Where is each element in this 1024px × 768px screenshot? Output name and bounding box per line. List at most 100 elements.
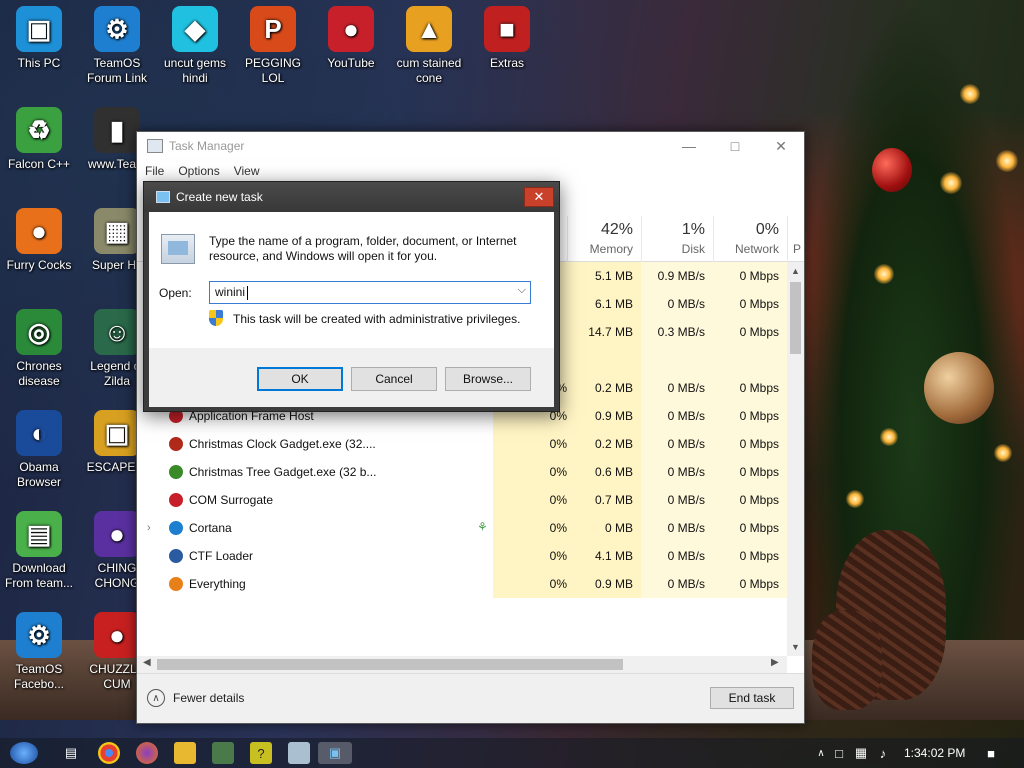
minimize-icon[interactable]: —: [666, 132, 712, 160]
desktop-icon-label: cum stained cone: [396, 56, 462, 85]
disk-cell: 0 MB/s: [667, 493, 705, 507]
run-program-icon: [161, 234, 195, 264]
scroll-left-icon[interactable]: ◀: [143, 657, 151, 668]
desktop-icon[interactable]: ⚙ TeamOS Facebo...: [0, 612, 78, 692]
desktop-icon[interactable]: ◆ uncut gems hindi: [156, 6, 234, 86]
desktop-icon[interactable]: P PEGGING LOL: [234, 6, 312, 86]
ornament-decoration: [872, 148, 912, 192]
desktop-icon-image: ⚙: [94, 6, 140, 52]
desktop-icon-label: TeamOS Facebo...: [13, 662, 65, 691]
desktop-icon[interactable]: ■ Extras: [468, 6, 546, 71]
disk-cell: 0 MB/s: [667, 577, 705, 591]
column-header-memory[interactable]: 42% Memory: [567, 216, 641, 262]
process-icon: [169, 577, 183, 591]
disk-cell: 0 MB/s: [667, 465, 705, 479]
column-header-power[interactable]: P: [787, 216, 804, 262]
table-row[interactable]: CTF Loader 0% 4.1 MB 0 MB/s 0 Mbps: [137, 542, 787, 570]
light-decoration: [996, 150, 1018, 172]
memory-cell: 0.6 MB: [594, 465, 633, 479]
vertical-scrollbar[interactable]: ▲ ▼: [787, 262, 804, 656]
chevron-down-icon[interactable]: ⌵: [518, 284, 526, 297]
desktop-icon-image: ◎: [16, 309, 62, 355]
desktop-icon[interactable]: ⚙ TeamOS Forum Link: [78, 6, 156, 86]
task-manager-footer: ∧ Fewer details End task: [137, 673, 804, 723]
end-task-button[interactable]: End task: [710, 687, 794, 709]
start-icon[interactable]: [10, 742, 38, 764]
desktop-icon[interactable]: ▣ This PC: [0, 6, 78, 71]
close-icon[interactable]: ✕: [758, 132, 804, 160]
vertical-scroll-thumb[interactable]: [790, 282, 801, 354]
cancel-button[interactable]: Cancel: [351, 367, 437, 391]
browse-button[interactable]: Browse...: [445, 367, 531, 391]
task-manager-taskbar-icon[interactable]: ▣: [318, 742, 352, 764]
notifications-icon[interactable]: ■: [980, 742, 1002, 764]
taskbar-app-icon[interactable]: [212, 742, 234, 764]
ok-button[interactable]: OK: [257, 367, 343, 391]
suspended-leaf-icon: ⚘: [477, 520, 488, 534]
menu-file[interactable]: File: [145, 164, 164, 178]
menu-view[interactable]: View: [234, 164, 260, 178]
memory-cell: 6.1 MB: [594, 297, 633, 311]
network-cell: [713, 346, 779, 374]
task-manager-titlebar[interactable]: Task Manager — □ ✕: [137, 132, 804, 160]
memory-cell: 5.1 MB: [594, 269, 633, 283]
process-icon: [169, 549, 183, 563]
volume-icon[interactable]: ♪: [872, 742, 894, 764]
disk-cell: 0 MB/s: [667, 437, 705, 451]
desktop-icon[interactable]: ◐ Obama Browser: [0, 410, 78, 490]
dialog-close-icon[interactable]: ✕: [524, 187, 554, 207]
horizontal-scroll-thumb[interactable]: [157, 659, 623, 670]
desktop-icon-image: ▣: [16, 6, 62, 52]
desktop-icon[interactable]: ● YouTube: [312, 6, 390, 71]
table-row[interactable]: COM Surrogate 0% 0.7 MB 0 MB/s 0 Mbps: [137, 486, 787, 514]
memory-cell: 0.2 MB: [594, 437, 633, 451]
desktop-icon[interactable]: ▤ Download From team...: [0, 511, 78, 591]
network-cell: 0 Mbps: [739, 325, 779, 339]
open-combobox[interactable]: winini ⌵: [209, 281, 531, 304]
taskbar-app-icon[interactable]: [288, 742, 310, 764]
process-icon: [169, 437, 183, 451]
ornament-decoration: [924, 352, 994, 424]
table-row[interactable]: Cortana › ⚘ 0% 0 MB 0 MB/s 0 Mbps: [137, 514, 787, 542]
memory-cell: 0 MB: [604, 521, 633, 535]
process-name: CTF Loader: [189, 549, 254, 563]
desktop-icon[interactable]: ● Furry Cocks: [0, 208, 78, 273]
scroll-up-icon[interactable]: ▲: [787, 266, 804, 276]
help-icon[interactable]: ?: [250, 742, 272, 764]
network-cell: 0 Mbps: [739, 381, 779, 395]
memory-cell: 4.1 MB: [594, 549, 633, 563]
column-header-network[interactable]: 0% Network: [713, 216, 787, 262]
chrome-icon[interactable]: [98, 742, 120, 764]
desktop-icon[interactable]: ▲ cum stained cone: [390, 6, 468, 86]
column-header-disk[interactable]: 1% Disk: [641, 216, 713, 262]
desktop-icon-image: ▣: [94, 410, 140, 456]
chevron-right-icon[interactable]: ›: [147, 514, 151, 542]
table-row[interactable]: Christmas Clock Gadget.exe (32.... 0% 0.2 …: [137, 430, 787, 458]
run-icon: [156, 191, 170, 203]
table-row[interactable]: Christmas Tree Gadget.exe (32 b... 0% 0.6 …: [137, 458, 787, 486]
process-name: Cortana: [189, 521, 232, 535]
file-explorer-icon[interactable]: [174, 742, 196, 764]
scroll-right-icon[interactable]: ▶: [771, 657, 779, 668]
desktop-icon-label: Obama Browser: [16, 460, 61, 489]
tray-icon[interactable]: □: [828, 742, 850, 764]
process-icon: [169, 465, 183, 479]
light-decoration: [880, 428, 898, 446]
taskbar-clock[interactable]: 1:34:02 PM: [904, 746, 965, 760]
network-icon[interactable]: ▦: [850, 742, 872, 764]
desktop-icon-image: ♻: [16, 107, 62, 153]
open-input[interactable]: winini: [215, 285, 245, 299]
menu-options[interactable]: Options: [178, 164, 219, 178]
table-row[interactable]: Everything 0% 0.9 MB 0 MB/s 0 Mbps: [137, 570, 787, 598]
desktop-icon[interactable]: ◎ Chrones disease: [0, 309, 78, 389]
dialog-titlebar[interactable]: Create new task ✕: [144, 182, 559, 212]
fewer-details-button[interactable]: ∧ Fewer details: [147, 689, 244, 707]
scroll-down-icon[interactable]: ▼: [787, 642, 804, 652]
desktop-icon[interactable]: ♻ Falcon C++: [0, 107, 78, 172]
light-decoration: [846, 490, 864, 508]
desktop-icon-image: ⚙: [16, 612, 62, 658]
horizontal-scrollbar[interactable]: ◀ ▶: [137, 656, 787, 673]
firefox-icon[interactable]: [136, 742, 158, 764]
task-view-icon[interactable]: ▤: [60, 742, 82, 764]
maximize-icon[interactable]: □: [712, 132, 758, 160]
